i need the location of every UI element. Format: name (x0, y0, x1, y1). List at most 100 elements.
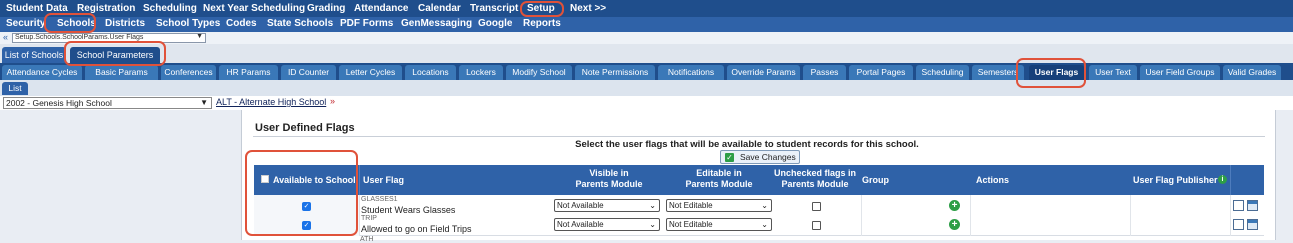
visible-select[interactable]: Not Available ⌄ (554, 199, 660, 212)
tab-hr-params[interactable]: HR Params (219, 65, 278, 80)
calendar-icon[interactable] (1247, 219, 1258, 230)
save-changes-button[interactable]: ✓ Save Changes (720, 150, 800, 164)
available-checkbox[interactable]: ✓ (302, 221, 311, 230)
col-unchecked-line2: Parents Module (781, 179, 849, 189)
tab-attendance-cycles[interactable]: Attendance Cycles (2, 65, 82, 80)
tab-school-parameters[interactable]: School Parameters (70, 47, 160, 63)
flag-description: Allowed to go on Field Trips (361, 224, 472, 234)
top-nav: Student Data Registration Scheduling Nex… (0, 0, 1293, 17)
column-divider (861, 214, 862, 236)
divider (253, 136, 1265, 137)
list-button[interactable]: List (2, 82, 28, 95)
col-visible-line2: Parents Module (575, 179, 643, 189)
tab-modify-school[interactable]: Modify School (506, 65, 572, 80)
tab-user-field-groups[interactable]: User Field Groups (1140, 65, 1220, 80)
tab-valid-grades[interactable]: Valid Grades (1223, 65, 1281, 80)
nav-registration[interactable]: Registration (77, 3, 135, 14)
edit-icon[interactable] (1233, 200, 1244, 211)
col-visible-line1: Visible in (589, 168, 629, 178)
flag-code: GLASSES1 (361, 196, 398, 203)
subnav-codes[interactable]: Codes (226, 18, 257, 29)
nav-calendar[interactable]: Calendar (418, 3, 461, 14)
tab-locations[interactable]: Locations (405, 65, 456, 80)
nav-next-year-scheduling[interactable]: Next Year Scheduling (203, 3, 305, 14)
column-divider (1230, 165, 1231, 195)
col-actions: Actions (976, 175, 1010, 185)
tab-semesters[interactable]: Semesters (972, 65, 1024, 80)
subnav-reports[interactable]: Reports (523, 18, 561, 29)
tab-note-permissions[interactable]: Note Permissions (575, 65, 655, 80)
tab-basic-params[interactable]: Basic Params (85, 65, 158, 80)
tab-user-flags[interactable]: User Flags (1029, 65, 1084, 80)
breadcrumb-select[interactable]: Setup.Schools.SchoolParams.User Flags ▼ (12, 33, 206, 43)
tab-portal-pages[interactable]: Portal Pages (849, 65, 913, 80)
tab-notifications[interactable]: Notifications (658, 65, 724, 80)
editable-select-value: Not Editable (669, 201, 713, 210)
edit-icon[interactable] (1233, 219, 1244, 230)
tab-lockers[interactable]: Lockers (459, 65, 503, 80)
editable-select[interactable]: Not Editable ⌄ (666, 199, 772, 212)
tab-override-params[interactable]: Override Params (727, 65, 800, 80)
subnav-school-types[interactable]: School Types (156, 18, 220, 29)
nav-student-data[interactable]: Student Data (6, 3, 68, 14)
flag-code: TRIP (361, 215, 377, 222)
unchecked-checkbox[interactable] (812, 221, 821, 230)
nav-setup[interactable]: Setup (527, 3, 555, 14)
nav-attendance[interactable]: Attendance (354, 3, 408, 14)
tab-scheduling[interactable]: Scheduling (916, 65, 969, 80)
chevron-down-icon: ⌄ (649, 220, 656, 229)
column-divider (359, 214, 360, 236)
subnav-state-schools[interactable]: State Schools (267, 18, 333, 29)
col-group: Group (862, 175, 889, 185)
table-header: Available to School User Flag Visible in… (254, 165, 1264, 195)
breadcrumb: « Setup.Schools.SchoolParams.User Flags … (0, 32, 1293, 44)
tab-conferences[interactable]: Conferences (161, 65, 216, 80)
checkmark-icon: ✓ (725, 153, 734, 162)
tab-letter-cycles[interactable]: Letter Cycles (339, 65, 402, 80)
chevron-down-icon: ⌄ (761, 220, 768, 229)
breadcrumb-value: Setup.Schools.SchoolParams.User Flags (15, 34, 144, 41)
subnav-pdf-forms[interactable]: PDF Forms (340, 18, 393, 29)
collapse-chevron-icon[interactable]: « (3, 32, 8, 42)
subnav-google[interactable]: Google (478, 18, 512, 29)
nav-next[interactable]: Next >> (570, 3, 606, 14)
add-plus-icon[interactable]: + (949, 200, 960, 211)
unchecked-checkbox[interactable] (812, 202, 821, 211)
school-select[interactable]: 2002 - Genesis High School ▼ (3, 97, 212, 109)
subnav-districts[interactable]: Districts (105, 18, 145, 29)
col-available: Available to School (273, 175, 356, 185)
info-icon[interactable]: i (1218, 175, 1227, 184)
chevron-down-icon: ▼ (200, 98, 208, 107)
next-school-arrow-icon[interactable]: » (330, 96, 335, 106)
tab-list-of-schools[interactable]: List of Schools (2, 47, 66, 63)
table-row: ✓ TRIP Allowed to go on Field Trips Not … (254, 214, 1264, 236)
select-all-checkbox[interactable] (261, 175, 269, 183)
alt-school-link[interactable]: ALT - Alternate High School (216, 97, 326, 107)
column-divider (970, 214, 971, 236)
visible-select-value: Not Available (557, 220, 604, 229)
available-checkbox[interactable]: ✓ (302, 202, 311, 211)
column-divider (1230, 214, 1231, 236)
nav-grading[interactable]: Grading (307, 3, 345, 14)
school-selector-row: 2002 - Genesis High School ▼ ALT - Alter… (0, 96, 1293, 110)
subnav-schools[interactable]: Schools (57, 18, 96, 29)
param-tabs: Attendance Cycles Basic Params Conferenc… (0, 63, 1293, 80)
subnav-security[interactable]: Security (6, 18, 45, 29)
visible-select[interactable]: Not Available ⌄ (554, 218, 660, 231)
list-row: List (0, 80, 1293, 96)
editable-select[interactable]: Not Editable ⌄ (666, 218, 772, 231)
tab-user-text[interactable]: User Text (1089, 65, 1137, 80)
panel-title: User Defined Flags (255, 122, 355, 134)
chevron-down-icon: ⌄ (649, 201, 656, 210)
subnav-genmessaging[interactable]: GenMessaging (401, 18, 472, 29)
nav-scheduling[interactable]: Scheduling (143, 3, 197, 14)
calendar-icon[interactable] (1247, 200, 1258, 211)
add-plus-icon[interactable]: + (949, 219, 960, 230)
chevron-down-icon: ▼ (196, 33, 203, 40)
chevron-down-icon: ⌄ (761, 201, 768, 210)
nav-transcript[interactable]: Transcript (470, 3, 518, 14)
tab-id-counter[interactable]: ID Counter (281, 65, 336, 80)
user-flags-panel: User Defined Flags Select the user flags… (241, 110, 1276, 240)
tab-passes[interactable]: Passes (803, 65, 846, 80)
visible-select-value: Not Available (557, 201, 604, 210)
